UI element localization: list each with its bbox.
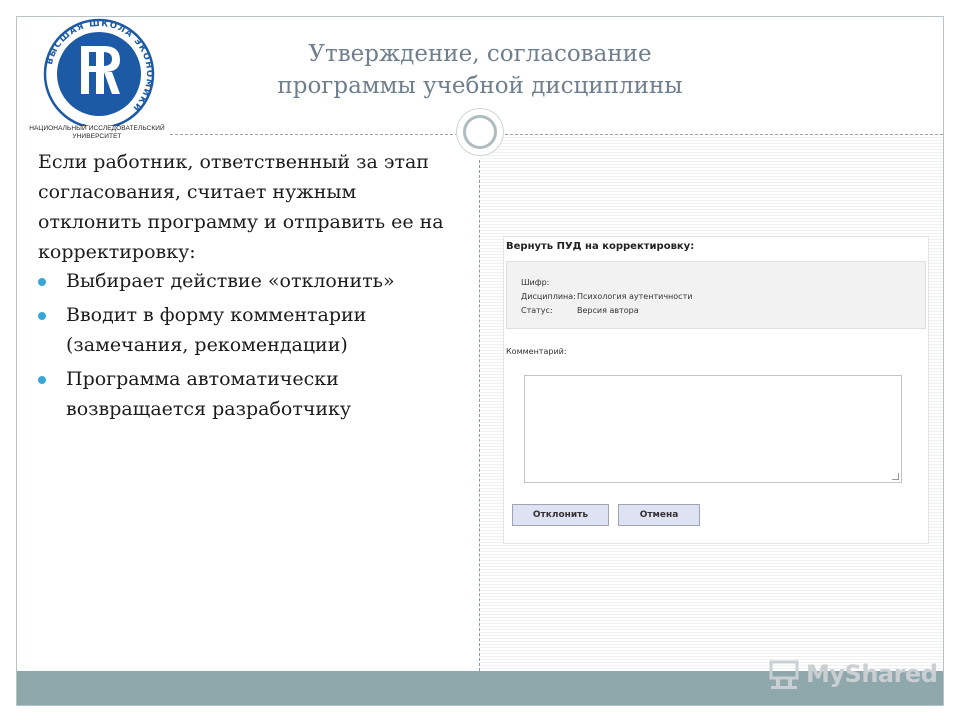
info-row-discipline: Дисциплина:Психология аутентичности: [521, 292, 692, 301]
info-box: Шифр: Дисциплина:Психология аутентичност…: [506, 261, 926, 329]
info-label: Дисциплина:: [521, 292, 576, 301]
ring-ornament-icon: [456, 108, 504, 156]
bullet-dot-icon: [38, 376, 46, 384]
slide-title: Утверждение, согласование программы учеб…: [230, 38, 730, 102]
info-label: Статус:: [521, 306, 553, 315]
ring-ornament-inner: [463, 115, 497, 149]
comment-textarea[interactable]: [524, 375, 902, 483]
slide: ВЫСШАЯ ШКОЛА ЭКОНОМИКИ НАЦИОНАЛЬНЫЙ ИССЛ…: [0, 0, 960, 720]
header-divider: [170, 134, 943, 135]
bullet-list: Выбирает действие «отклонить» Вводит в ф…: [38, 266, 458, 428]
bullet-text: Вводит в форму комментарии (замечания, р…: [66, 304, 367, 356]
info-value: Психология аутентичности: [577, 292, 693, 301]
watermark-text: MyShared: [806, 660, 938, 688]
form-title: Вернуть ПУД на корректировку:: [506, 241, 695, 252]
bullet-item: Вводит в форму комментарии (замечания, р…: [38, 300, 458, 360]
info-label: Шифр:: [521, 278, 550, 287]
slide-title-line2: программы учебной дисциплины: [277, 73, 683, 99]
logo-caption-line1: НАЦИОНАЛЬНЫЙ ИССЛЕДОВАТЕЛЬСКИЙ: [29, 125, 165, 132]
info-value: Версия автора: [577, 306, 639, 315]
bullet-dot-icon: [38, 278, 46, 286]
bullet-item: Выбирает действие «отклонить»: [38, 266, 458, 296]
info-row-code: Шифр:: [521, 278, 577, 287]
logo-caption-line2: УНИВЕРСИТЕТ: [72, 133, 122, 140]
bullet-item: Программа автоматически возвращается раз…: [38, 364, 458, 424]
watermark: MyShared: [768, 658, 938, 692]
bullet-dot-icon: [38, 312, 46, 320]
cancel-button[interactable]: Отмена: [618, 504, 700, 526]
projector-icon: [769, 660, 799, 689]
hse-emblem-icon: ВЫСШАЯ ШКОЛА ЭКОНОМИКИ: [43, 19, 155, 130]
intro-text: Если работник, ответственный за этап сог…: [38, 151, 444, 263]
resize-handle-icon[interactable]: [892, 473, 899, 480]
logo-caption: НАЦИОНАЛЬНЫЙ ИССЛЕДОВАТЕЛЬСКИЙ УНИВЕРСИТ…: [22, 125, 172, 141]
bullet-text: Выбирает действие «отклонить»: [66, 270, 395, 292]
slide-title-line1: Утверждение, согласование: [308, 41, 652, 67]
reject-button[interactable]: Отклонить: [512, 504, 609, 526]
comment-label: Комментарий:: [506, 347, 567, 356]
column-divider: [479, 160, 480, 671]
return-form: Вернуть ПУД на корректировку: Шифр: Дисц…: [503, 236, 929, 544]
bullet-text: Программа автоматически возвращается раз…: [66, 368, 352, 420]
info-row-status: Статус: Версия автора: [521, 306, 639, 315]
